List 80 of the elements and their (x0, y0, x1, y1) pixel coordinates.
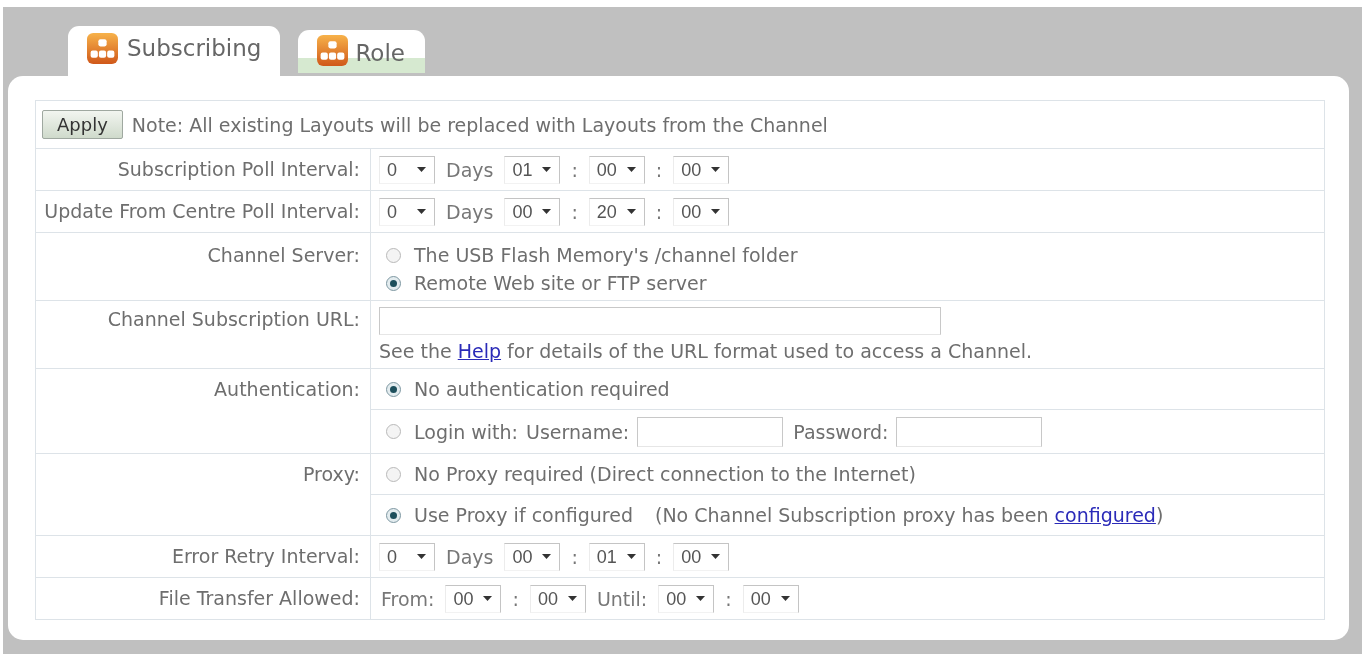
radio-button[interactable] (386, 507, 401, 523)
help-text: See the Help for details of the URL format used to access a Channel. (379, 340, 1033, 362)
unit-label: : (654, 158, 664, 181)
caret-icon (711, 167, 721, 172)
field-label: Subscription Poll Interval: (117, 158, 360, 180)
unit-label: Days (445, 545, 495, 568)
dropdown[interactable]: 00 (742, 584, 799, 613)
unit-label: : (570, 545, 579, 568)
hierarchy-icon (317, 35, 349, 66)
radio-button[interactable] (386, 247, 401, 263)
text-field[interactable] (379, 307, 941, 335)
caret-icon (542, 209, 552, 214)
caret-icon (542, 554, 552, 559)
unit-label: From: (380, 587, 436, 610)
configured-link[interactable]: configured (1054, 504, 1156, 526)
unit-label: Days (445, 158, 495, 181)
note-text: Note: All existing Layouts will be replaced with Layouts from the Channel (131, 113, 828, 136)
text-field[interactable] (896, 416, 1043, 447)
dropdown[interactable]: 01 (504, 155, 561, 184)
field-label: Authentication: (214, 378, 360, 400)
dropdown[interactable]: 00 (673, 155, 730, 184)
dropdown[interactable]: 0 (379, 542, 435, 571)
caret-icon (542, 167, 552, 172)
caret-icon (626, 167, 636, 172)
unit-label: : (570, 200, 579, 223)
text-field[interactable] (637, 416, 784, 447)
dropdown[interactable]: 00 (504, 542, 561, 571)
caret-icon (626, 554, 636, 559)
dropdown[interactable]: 00 (529, 584, 586, 613)
field-label: File Transfer Allowed: (158, 587, 360, 609)
dropdown[interactable]: 00 (445, 584, 502, 613)
unit-label: : (654, 545, 664, 568)
field-label: Proxy: (302, 463, 360, 485)
dropdown[interactable]: 00 (504, 197, 561, 226)
field-label: Username: (526, 420, 630, 443)
unit-label: : (724, 587, 733, 610)
radio-button[interactable] (386, 275, 401, 291)
field-label: Channel Server: (207, 244, 360, 266)
caret-icon (417, 209, 426, 214)
radio-button[interactable] (386, 424, 401, 439)
option-label: Remote Web site or FTP server (414, 272, 707, 294)
field-label: Password: (793, 420, 889, 443)
dropdown[interactable]: 00 (658, 584, 715, 613)
unit-label: : (511, 587, 520, 610)
tab[interactable]: Subscribing (68, 26, 281, 76)
help-link[interactable]: Help (457, 340, 502, 362)
dropdown[interactable]: 00 (588, 155, 645, 184)
caret-icon (417, 167, 426, 172)
option-label: No Proxy required (Direct connection to the Internet) (414, 463, 916, 485)
field-label: Channel Subscription URL: (107, 308, 360, 330)
option-label: Use Proxy if configured (414, 504, 633, 526)
dropdown[interactable]: 01 (588, 542, 645, 571)
radio-button[interactable] (386, 466, 401, 482)
caret-icon (696, 596, 706, 601)
radio-button[interactable] (386, 381, 401, 397)
caret-icon (780, 596, 790, 601)
apply-button[interactable]: Apply (42, 110, 123, 139)
proxy-note: (No Channel Subscription proxy has been configured) (654, 504, 1164, 526)
unit-label: : (654, 200, 664, 223)
unit-label: : (570, 158, 579, 181)
dropdown[interactable]: 0 (379, 197, 435, 226)
hierarchy-icon (87, 33, 118, 64)
field-label: Error Retry Interval: (171, 545, 360, 567)
caret-icon (711, 209, 721, 214)
caret-icon (417, 554, 426, 559)
caret-icon (711, 554, 721, 559)
option-label: The USB Flash Memory's /channel folder (414, 244, 798, 266)
dropdown[interactable]: 0 (379, 155, 435, 184)
caret-icon (567, 596, 577, 601)
tab[interactable]: Role (298, 30, 425, 73)
caret-icon (483, 596, 493, 601)
caret-icon (626, 209, 636, 214)
unit-label: Days (445, 200, 495, 223)
dropdown[interactable]: 20 (588, 197, 645, 226)
dropdown[interactable]: 00 (673, 542, 730, 571)
dropdown[interactable]: 00 (673, 197, 730, 226)
unit-label: Until: (595, 587, 649, 610)
option-label: Login with: (414, 420, 518, 443)
field-label: Update From Centre Poll Interval: (44, 200, 360, 222)
option-label: No authentication required (414, 378, 670, 400)
